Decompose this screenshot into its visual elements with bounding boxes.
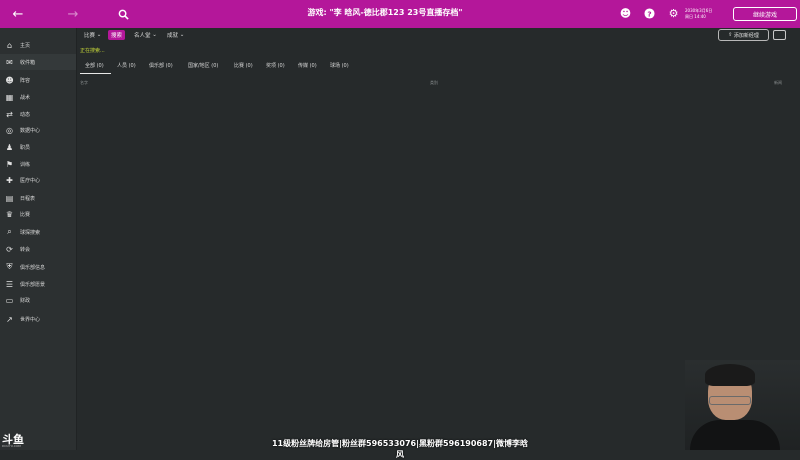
sidebar-item-label: 战术 (20, 94, 31, 101)
squad-icon: ☻ (5, 75, 14, 85)
sidebar-item-label: 训练 (20, 161, 31, 168)
sidebar-item[interactable]: ⚑ 训练 (0, 156, 76, 172)
tab-nations[interactable]: 国家/地区 (0) (188, 62, 218, 69)
tab-clubs[interactable]: 俱乐部 (0) (149, 62, 173, 69)
sidebar-item[interactable]: ↗ 世界中心 (0, 311, 76, 327)
sidebar-item[interactable]: ♟ 职员 (0, 139, 76, 155)
sidebar-item[interactable]: ⌕ 球探搜索 (0, 224, 76, 240)
tab-stadiums[interactable]: 球场 (0) (330, 62, 349, 69)
stream-watermark-url: DOUYU.COM (2, 444, 21, 448)
sidebar-item-label: 比赛 (20, 211, 31, 218)
camera-icon[interactable] (773, 30, 786, 40)
sidebar-item-label: 日程表 (20, 195, 36, 202)
home-icon: ⌂ (6, 40, 13, 50)
sidebar-item[interactable]: ▭ 财政 (0, 292, 76, 308)
trophy-icon: ♛ (5, 209, 14, 219)
gear-icon[interactable]: ⚙ (667, 7, 680, 20)
tab-people[interactable]: 人员 (0) (117, 62, 136, 69)
sidebar-item-label: 动态 (20, 111, 31, 118)
tab-competitions[interactable]: 比赛 (0) (234, 62, 253, 69)
sidebar-item[interactable]: ✚ 医疗中心 (0, 172, 76, 188)
column-news[interactable]: 新闻 (774, 80, 782, 86)
transfer-icon: ⟳ (6, 244, 13, 254)
back-arrow-icon[interactable]: ← (5, 0, 31, 28)
club-info-icon: ⛨ (6, 262, 13, 271)
inbox-icon: ✉ (6, 57, 13, 67)
sidebar-item-label: 转会 (20, 246, 31, 253)
tactics-icon: ▦ (5, 92, 14, 102)
window-title: 游戏: "李 晗风-德比郡123 23号直播存档" (307, 8, 463, 17)
sidebar-item-label: 财政 (20, 297, 31, 304)
sidebar-item[interactable]: ◎ 数据中心 (0, 122, 76, 138)
training-icon: ⚑ (5, 159, 14, 169)
sidebar-item[interactable]: ⛨ 俱乐部信息 (0, 259, 76, 275)
continue-game-button[interactable]: 继续游戏 (733, 7, 797, 21)
subnav-label: 名人堂 (134, 33, 151, 39)
active-tab-indicator (80, 73, 111, 74)
sidebar-item-label: 俱乐部愿景 (20, 281, 46, 288)
sidebar-item[interactable]: ☻ 阵容 (0, 72, 76, 88)
sidebar-item[interactable]: ♛ 比赛 (0, 206, 76, 222)
person-hair (705, 364, 755, 386)
webcam-overlay (685, 360, 800, 450)
subnav-label: 搜索 (111, 33, 123, 39)
svg-text:?: ? (647, 9, 651, 18)
search-icon[interactable] (110, 0, 136, 28)
scouting-icon: ⌕ (7, 227, 12, 236)
column-category[interactable]: 类别 (430, 80, 438, 86)
finance-icon: ▭ (5, 295, 14, 305)
subnav-label: 比赛 (84, 33, 96, 39)
world-icon: ↗ (6, 314, 13, 324)
glasses (709, 396, 751, 405)
sidebar-item[interactable]: ⇄ 动态 (0, 106, 76, 122)
sidebar-item[interactable]: ⟳ 转会 (0, 241, 76, 257)
subnav-competitions[interactable]: 比赛 ⌄ (84, 30, 101, 40)
sidebar: ⌂ 主页 ✉ 收件箱 ☻ 阵容 ▦ 战术 ⇄ 动态 ◎ 数据中心 ♟ 职员 ⚑ 训练 ✚ 医疗中心 ▤ 日程表 ♛ 比赛 ⌕… (0, 28, 77, 450)
sidebar-item-label: 数据中心 (20, 127, 41, 134)
sidebar-item[interactable]: ✉ 收件箱 (0, 54, 76, 70)
sidebar-item-label: 收件箱 (20, 59, 36, 66)
sidebar-item-label: 球探搜索 (20, 229, 41, 236)
dynamics-icon: ⇄ (6, 109, 13, 119)
subnav-search[interactable]: 搜索 (108, 30, 126, 40)
manager-icon[interactable]: ☻ (619, 7, 632, 20)
sidebar-item-label: 医疗中心 (20, 177, 41, 184)
subnav-hall-of-fame[interactable]: 名人堂 ⌄ (134, 30, 157, 40)
calendar-icon: ▤ (5, 193, 14, 203)
sidebar-item[interactable]: ⌂ 主页 (0, 37, 76, 53)
searching-status: 正在搜索... (80, 48, 105, 54)
subnav-label: 成就 (167, 33, 179, 39)
time-text: 周日 14:40 (685, 14, 706, 19)
sidebar-item-label: 主页 (20, 42, 31, 49)
tab-media[interactable]: 传媒 (0) (298, 62, 317, 69)
top-bar: ← → 游戏: "李 晗风-德比郡123 23号直播存档" ☻ ? ⚙ 2030… (0, 0, 800, 28)
column-name[interactable]: 名字 (80, 80, 88, 86)
sidebar-item[interactable]: ▦ 战术 (0, 89, 76, 105)
staff-icon: ♟ (5, 142, 14, 152)
sidebar-item-label: 俱乐部信息 (20, 264, 46, 271)
add-manager-label: 添加新经理 (733, 32, 759, 39)
stream-caption: 11级粉丝牌给房管|粉丝群596533076|黑粉群596190687|微博李晗… (271, 439, 529, 459)
tab-all[interactable]: 全部 (0) (85, 62, 104, 69)
sidebar-item-label: 世界中心 (20, 316, 41, 323)
tab-awards[interactable]: 奖项 (0) (266, 62, 285, 69)
sidebar-item-label: 阵容 (20, 77, 31, 84)
subnav-achievements[interactable]: 成就 ⌄ (167, 30, 184, 40)
sidebar-item-label: 职员 (20, 144, 31, 151)
medical-icon: ✚ (6, 175, 13, 185)
data-hub-icon: ◎ (6, 125, 13, 135)
forward-arrow-icon[interactable]: → (60, 0, 86, 28)
club-vision-icon: ☰ (5, 279, 14, 289)
sidebar-item[interactable]: ☰ 俱乐部愿景 (0, 276, 76, 292)
game-date: 2030年3月6日 周日 14:40 (685, 8, 712, 20)
add-manager-button[interactable]: ⇪ 添加新经理 (718, 29, 769, 41)
help-icon[interactable]: ? (643, 7, 656, 20)
person-body (690, 420, 780, 450)
sidebar-item[interactable]: ▤ 日程表 (0, 190, 76, 206)
